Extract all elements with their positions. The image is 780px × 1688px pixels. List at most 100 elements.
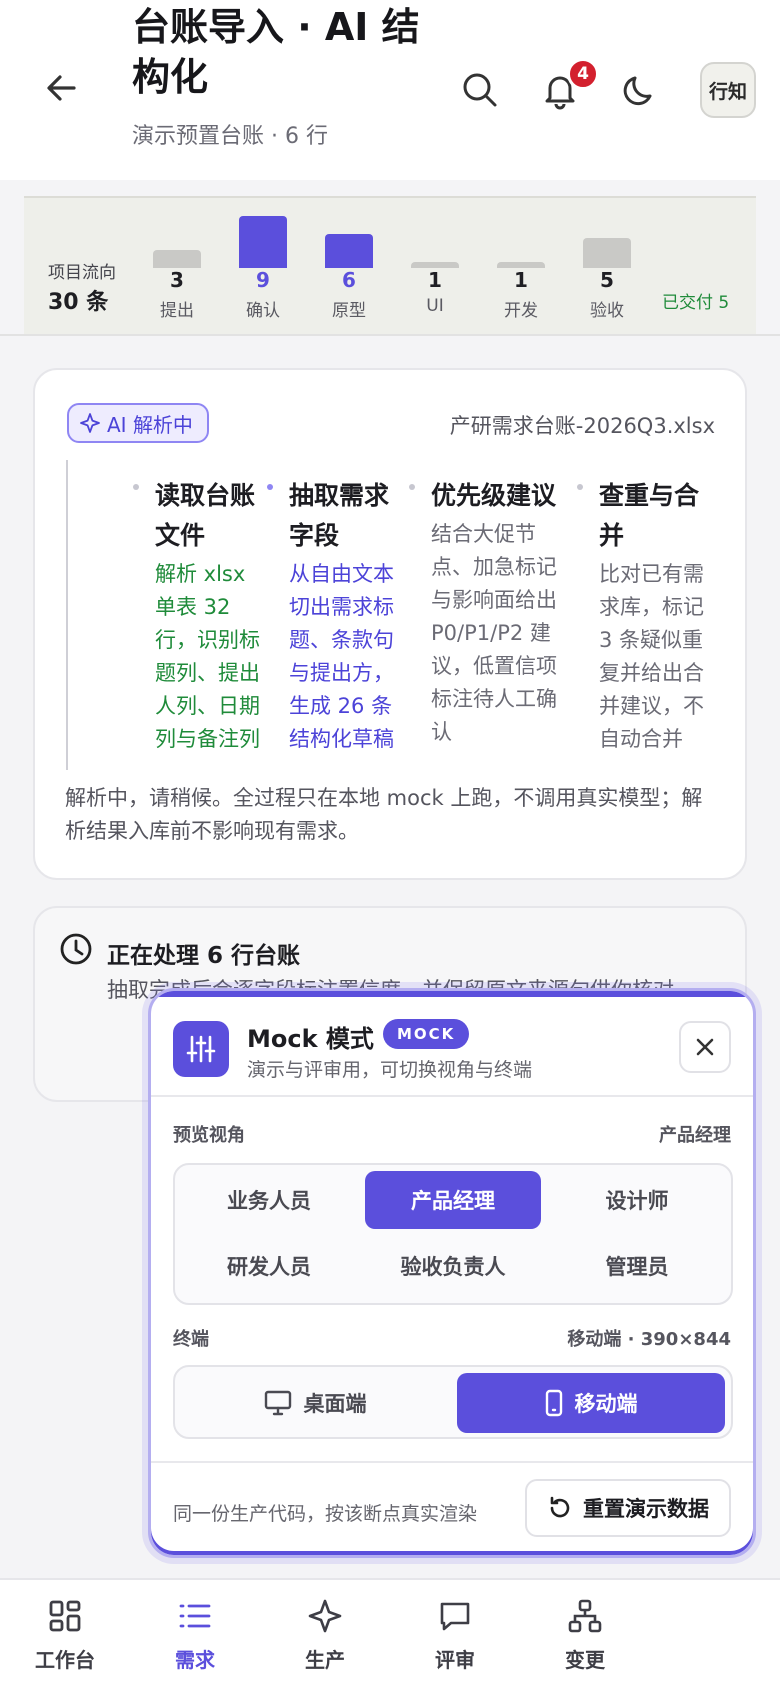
- divider: [151, 1461, 753, 1463]
- processing-title: 正在处理 6 行台账: [107, 943, 301, 969]
- mock-title: Mock 模式: [247, 1025, 374, 1053]
- flow-stage-bar: [239, 216, 287, 268]
- sliders-icon: [186, 1035, 216, 1063]
- back-button[interactable]: [40, 66, 84, 110]
- nav-label: 工作台: [35, 1648, 95, 1672]
- role-option-active[interactable]: 产品经理: [365, 1171, 541, 1229]
- flow-stage-bar: [325, 234, 373, 268]
- reset-demo-button[interactable]: 重置演示数据: [525, 1479, 731, 1537]
- flow-stage-count: 1: [514, 268, 528, 292]
- role-option[interactable]: 管理员: [549, 1237, 725, 1295]
- step-description: 结合大促节点、加急标记与影响面给出 P0/P1/P2 建议，低置信项标注待人工确…: [431, 522, 557, 744]
- bottom-nav: 工作台 需求 生产 评审 变更: [0, 1578, 780, 1688]
- nav-label: 需求: [175, 1648, 215, 1672]
- flow-stage-label: 开发: [504, 301, 538, 321]
- role-option[interactable]: 研发人员: [181, 1237, 357, 1295]
- parse-step: 查重与合并 比对已有需求库，标记 3 条疑似重复并给出合并建议，不自动合并: [577, 476, 711, 756]
- step-description: 解析 xlsx 单表 32 行，识别标题列、提出人列、日期列与备注列: [155, 562, 260, 751]
- step-description: 比对已有需求库，标记 3 条疑似重复并给出合并建议，不自动合并: [599, 562, 704, 751]
- terminal-option-desktop[interactable]: 桌面端: [181, 1373, 449, 1433]
- ai-status-chip: AI 解析中: [67, 403, 209, 443]
- chat-icon: [440, 1602, 470, 1631]
- close-icon: [696, 1038, 714, 1056]
- monitor-icon: [264, 1390, 291, 1416]
- hierarchy-icon: [568, 1599, 602, 1633]
- app-header: 台账导入 · AI 结构化 演示预置台账 · 6 行 4 行知: [0, 0, 780, 180]
- mock-footer-text: 同一份生产代码，按该断点真实渲染: [173, 1503, 478, 1525]
- user-avatar[interactable]: 行知: [700, 62, 756, 118]
- flow-stage-count: 9: [256, 268, 270, 292]
- search-icon: [463, 73, 497, 107]
- flow-stage-label: 验收: [590, 301, 624, 321]
- step-title: 抽取需求字段: [289, 481, 390, 550]
- back-arrow-icon: [47, 75, 76, 101]
- sparkle-icon: [80, 413, 100, 433]
- flow-stage-count: 1: [428, 268, 442, 292]
- step-dot: [267, 484, 273, 490]
- nav-item-workbench[interactable]: 工作台: [10, 1580, 120, 1688]
- view-section-label: 预览视角: [173, 1125, 245, 1146]
- nav-label: 生产: [305, 1648, 345, 1672]
- ai-status-label: AI 解析中: [107, 412, 193, 437]
- terminal-option-mobile[interactable]: 移动端: [457, 1373, 725, 1433]
- nav-item-production[interactable]: 生产: [270, 1580, 380, 1688]
- terminal-option-label: 桌面端: [303, 1392, 367, 1416]
- flow-label: 项目流向: [48, 263, 116, 283]
- flow-stage-label: 原型: [332, 301, 366, 321]
- flow-stage-count: 6: [342, 268, 356, 292]
- nav-label: 评审: [435, 1648, 475, 1672]
- ai-parse-card: AI 解析中 产研需求台账-2026Q3.xlsx 读取台账文件 解析 xlsx…: [33, 368, 747, 880]
- project-flow-strip: 项目流向 30 条 3 提出 9 确认 6 原型 1 UI 1 开发 5 验收 …: [24, 196, 756, 334]
- terminal-section-label: 终端: [173, 1329, 209, 1350]
- role-option[interactable]: 验收负责人: [365, 1237, 541, 1295]
- role-selector: 业务人员 产品经理 设计师 研发人员 验收负责人 管理员: [173, 1163, 733, 1305]
- nav-item-changes[interactable]: 变更: [530, 1580, 640, 1688]
- file-name: 产研需求台账-2026Q3.xlsx: [449, 414, 715, 438]
- divider: [151, 1095, 753, 1097]
- clock-icon: [60, 933, 92, 965]
- sparkle-icon: [308, 1599, 342, 1633]
- role-option[interactable]: 设计师: [549, 1171, 725, 1229]
- moon-icon: [623, 76, 652, 106]
- timeline-line: [66, 460, 68, 770]
- step-description: 从自由文本切出需求标题、条款句与提出方，生成 26 条结构化草稿: [289, 562, 394, 751]
- step-dot: [409, 484, 415, 490]
- mock-mode-panel: Mock 模式 MOCK 演示与评审用，可切换视角与终端 预览视角 产品经理 业…: [148, 988, 756, 1558]
- mock-settings-badge: [173, 1021, 229, 1077]
- parse-step: 读取台账文件 解析 xlsx 单表 32 行，识别标题列、提出人列、日期列与备注…: [133, 476, 265, 756]
- parse-step: 优先级建议 结合大促节点、加急标记与影响面给出 P0/P1/P2 建议，低置信项…: [409, 476, 565, 749]
- grid-icon: [49, 1600, 81, 1632]
- flow-stage-label: 提出: [160, 301, 194, 321]
- mock-subtitle: 演示与评审用，可切换视角与终端: [247, 1059, 533, 1081]
- nav-item-requirements[interactable]: 需求: [140, 1580, 250, 1688]
- terminal-option-label: 移动端: [574, 1392, 638, 1416]
- flow-stage-count: 3: [170, 268, 184, 292]
- step-title: 读取台账文件: [155, 481, 256, 550]
- step-title: 查重与合并: [599, 481, 700, 550]
- step-title: 优先级建议: [431, 481, 557, 510]
- divider: [0, 334, 780, 336]
- theme-toggle-button[interactable]: [616, 66, 664, 114]
- role-option[interactable]: 业务人员: [181, 1171, 357, 1229]
- notification-badge: 4: [567, 58, 599, 90]
- delivered-count: 已交付 5: [662, 293, 730, 313]
- page-title: 台账导入 · AI 结构化: [132, 5, 420, 99]
- flow-stage-bar: [583, 238, 631, 268]
- parse-note: 解析中，请稍候。全过程只在本地 mock 上跑，不调用真实模型；解析结果入库前不…: [65, 786, 703, 843]
- search-button[interactable]: [456, 66, 504, 114]
- step-dot: [577, 484, 583, 490]
- nav-label: 变更: [565, 1648, 605, 1672]
- flow-stage-label: 确认: [246, 301, 280, 321]
- phone-icon: [545, 1389, 562, 1417]
- parse-step: 抽取需求字段 从自由文本切出需求标题、条款句与提出方，生成 26 条结构化草稿: [267, 476, 401, 756]
- step-dot: [133, 484, 139, 490]
- flow-count: 30 条: [48, 290, 109, 315]
- page-subtitle: 演示预置台账 · 6 行: [132, 124, 328, 149]
- reset-demo-label: 重置演示数据: [583, 1497, 709, 1521]
- flow-stage-count: 5: [600, 268, 614, 292]
- flow-stage-bar: [153, 250, 201, 268]
- close-button[interactable]: [679, 1021, 731, 1073]
- nav-item-review[interactable]: 评审: [400, 1580, 510, 1688]
- mock-accent-bar: [151, 991, 753, 997]
- mock-tag: MOCK: [383, 1019, 470, 1049]
